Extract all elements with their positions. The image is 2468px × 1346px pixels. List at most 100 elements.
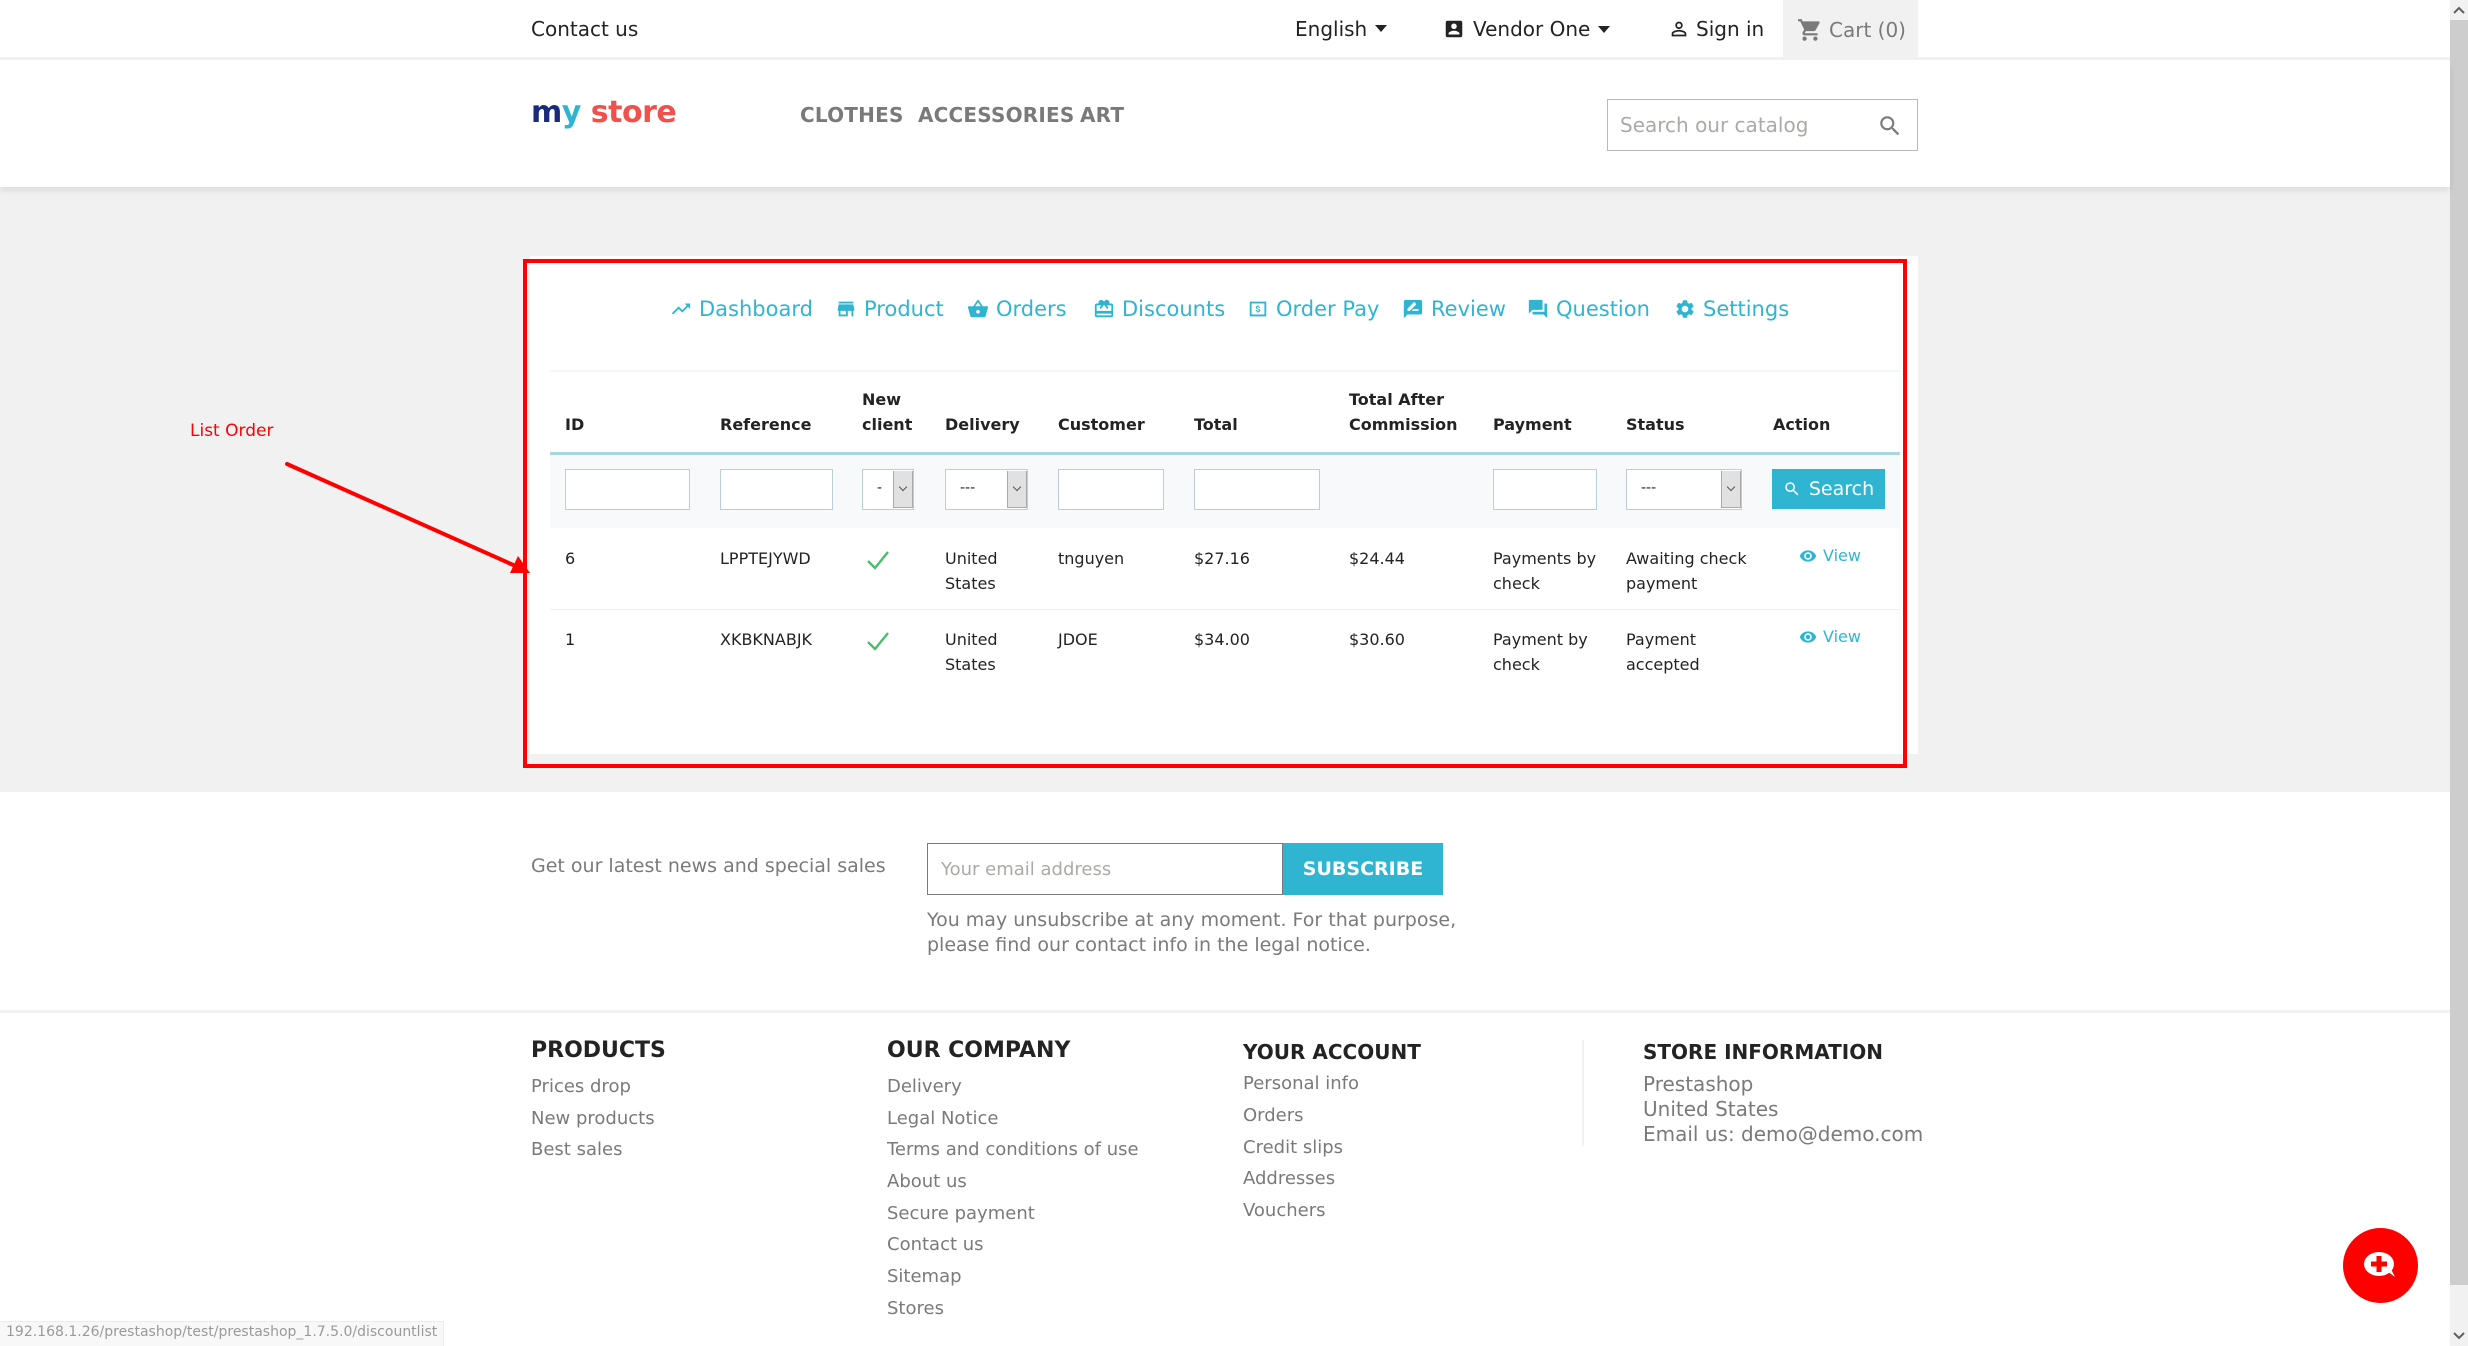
footer-link-new-products[interactable]: New products bbox=[531, 1108, 655, 1129]
store-country: United States bbox=[1643, 1097, 1779, 1121]
filter-customer-input[interactable] bbox=[1058, 469, 1164, 510]
language-selector[interactable]: English bbox=[1295, 17, 1388, 41]
eye-icon bbox=[1799, 630, 1817, 643]
vendor-nav-dashboard[interactable]: Dashboard bbox=[670, 297, 813, 321]
cart-icon bbox=[1798, 19, 1820, 41]
vendor-nav-settings[interactable]: Settings bbox=[1674, 297, 1789, 321]
nav-clothes[interactable]: CLOTHES bbox=[800, 103, 904, 127]
account-dropdown[interactable]: Vendor One bbox=[1443, 17, 1611, 41]
chevron-down-icon bbox=[2453, 1332, 2465, 1340]
vendor-nav-review[interactable]: Review bbox=[1402, 297, 1506, 321]
footer-link-terms[interactable]: Terms and conditions of use bbox=[887, 1139, 1139, 1160]
view-label: View bbox=[1823, 627, 1861, 646]
cell-total: $27.16 bbox=[1194, 549, 1250, 568]
contact-us-link[interactable]: Contact us bbox=[531, 17, 638, 41]
footer-link-vouchers[interactable]: Vouchers bbox=[1243, 1200, 1326, 1221]
filter-total-input[interactable] bbox=[1194, 469, 1320, 510]
filter-reference-input[interactable] bbox=[720, 469, 833, 510]
cell-status: Payment accepted bbox=[1626, 627, 1700, 677]
vendor-nav-product[interactable]: Product bbox=[835, 297, 944, 321]
vendor-nav-label: Question bbox=[1556, 297, 1650, 321]
catalog-search-input[interactable] bbox=[1608, 100, 1848, 150]
col-header-action: Action bbox=[1773, 415, 1831, 434]
filter-payment-input[interactable] bbox=[1493, 469, 1597, 510]
vendor-nav-discounts[interactable]: Discounts bbox=[1093, 297, 1225, 321]
logo-text-store: store bbox=[590, 95, 677, 130]
help-chat-button[interactable] bbox=[2343, 1228, 2418, 1303]
col-header-delivery: Delivery bbox=[945, 415, 1020, 434]
cart-label: Cart (0) bbox=[1829, 18, 1906, 42]
footer-link-prices-drop[interactable]: Prices drop bbox=[531, 1076, 631, 1097]
nav-accessories[interactable]: ACCESSORIES bbox=[918, 103, 1075, 127]
dollar-receipt-icon bbox=[1249, 301, 1267, 317]
cell-payment: Payment by check bbox=[1493, 627, 1588, 677]
logo-text-m: m bbox=[531, 95, 562, 130]
footer-link-contact-us[interactable]: Contact us bbox=[887, 1234, 984, 1255]
cell-id: 1 bbox=[565, 630, 576, 649]
store-logo[interactable]: my store bbox=[531, 95, 677, 130]
scroll-up-arrow[interactable] bbox=[2450, 0, 2468, 20]
account-name: Vendor One bbox=[1473, 17, 1591, 41]
store-email[interactable]: Email us: demo@demo.com bbox=[1643, 1122, 1923, 1146]
vendor-nav-label: Order Pay bbox=[1276, 297, 1380, 321]
cell-text: States bbox=[945, 655, 996, 674]
search-icon[interactable] bbox=[1877, 113, 1903, 139]
cell-text: accepted bbox=[1626, 655, 1700, 674]
sign-in-link[interactable]: Sign in bbox=[1668, 17, 1764, 41]
scroll-down-arrow[interactable] bbox=[2450, 1326, 2468, 1346]
filter-new-client-select[interactable]: - bbox=[862, 469, 914, 510]
footer-link-addresses[interactable]: Addresses bbox=[1243, 1168, 1335, 1189]
nav-art[interactable]: ART bbox=[1080, 103, 1124, 127]
footer-link-delivery[interactable]: Delivery bbox=[887, 1076, 962, 1097]
checkmark-icon bbox=[867, 551, 889, 570]
col-header-id: ID bbox=[565, 415, 585, 434]
store-name: Prestashop bbox=[1643, 1072, 1754, 1096]
gift-card-icon bbox=[1094, 299, 1114, 318]
trending-up-icon bbox=[671, 303, 691, 315]
cell-text: Awaiting check bbox=[1626, 549, 1747, 568]
chevron-down-icon bbox=[1007, 471, 1027, 508]
footer-link-orders[interactable]: Orders bbox=[1243, 1105, 1304, 1126]
scrollbar-thumb[interactable] bbox=[2450, 20, 2468, 1285]
vendor-nav-order-pay[interactable]: Order Pay bbox=[1247, 297, 1379, 321]
forum-icon bbox=[1528, 299, 1548, 319]
row-divider bbox=[550, 609, 1900, 610]
select-value: --- bbox=[960, 480, 976, 496]
col-header-total: Total bbox=[1194, 415, 1238, 434]
subscribe-button[interactable]: SUBSCRIBE bbox=[1283, 843, 1443, 895]
filter-id-input[interactable] bbox=[565, 469, 690, 510]
footer-link-stores[interactable]: Stores bbox=[887, 1298, 944, 1319]
footer-link-sitemap[interactable]: Sitemap bbox=[887, 1266, 962, 1287]
footer-link-about-us[interactable]: About us bbox=[887, 1171, 967, 1192]
vendor-nav-question[interactable]: Question bbox=[1527, 297, 1650, 321]
chevron-down-icon bbox=[1721, 471, 1741, 508]
footer-account-title: YOUR ACCOUNT bbox=[1243, 1040, 1421, 1064]
newsletter-email-input[interactable] bbox=[927, 843, 1283, 895]
annotation-label: List Order bbox=[190, 421, 274, 441]
cell-customer: tnguyen bbox=[1058, 549, 1125, 568]
footer-link-secure-payment[interactable]: Secure payment bbox=[887, 1203, 1035, 1224]
caret-down-icon bbox=[1598, 25, 1611, 33]
view-order-link[interactable]: View bbox=[1799, 546, 1861, 565]
footer-link-best-sales[interactable]: Best sales bbox=[531, 1139, 622, 1160]
search-button-label: Search bbox=[1808, 478, 1875, 500]
cart-button[interactable]: Cart (0) bbox=[1783, 0, 1918, 60]
sign-in-label: Sign in bbox=[1696, 17, 1765, 41]
filter-search-button[interactable]: Search bbox=[1772, 469, 1885, 509]
footer-link-credit-slips[interactable]: Credit slips bbox=[1243, 1137, 1343, 1158]
view-label: View bbox=[1823, 546, 1861, 565]
filter-delivery-select[interactable]: --- bbox=[945, 469, 1028, 510]
cell-total-after-commission: $24.44 bbox=[1349, 549, 1405, 568]
footer-link-personal-info[interactable]: Personal info bbox=[1243, 1073, 1359, 1094]
filter-status-select[interactable]: --- bbox=[1626, 469, 1742, 510]
cell-id: 6 bbox=[565, 549, 576, 568]
cell-delivery: United States bbox=[945, 627, 998, 677]
footer-company-title: OUR COMPANY bbox=[887, 1038, 1071, 1063]
col-header-payment: Payment bbox=[1493, 415, 1572, 434]
col-header-text: Total After bbox=[1349, 390, 1445, 409]
view-order-link[interactable]: View bbox=[1799, 627, 1861, 646]
vendor-nav-orders[interactable]: Orders bbox=[967, 297, 1067, 321]
footer-divider bbox=[0, 1010, 2450, 1013]
col-header-text: New bbox=[862, 390, 902, 409]
footer-link-legal-notice[interactable]: Legal Notice bbox=[887, 1108, 998, 1129]
